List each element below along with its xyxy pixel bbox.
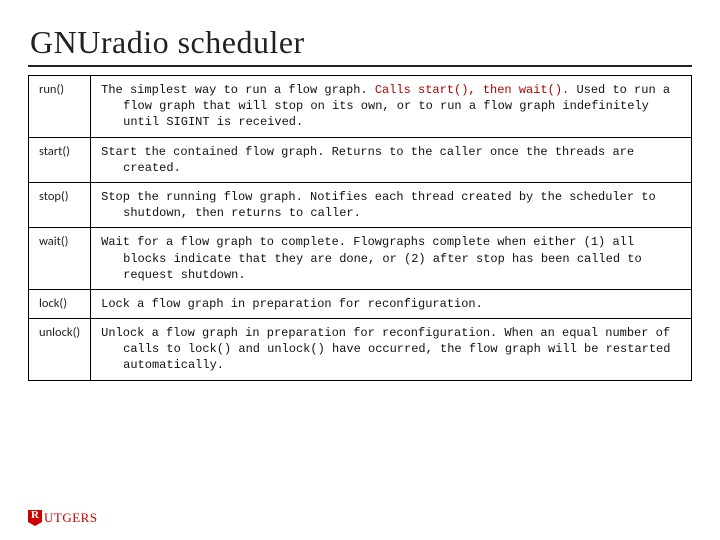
- method-description: Unlock a flow graph in preparation for r…: [91, 319, 692, 381]
- method-name: lock(): [29, 289, 91, 318]
- logo-text: UTGERS: [44, 510, 98, 526]
- table-row: unlock() Unlock a flow graph in preparat…: [29, 319, 692, 381]
- table-row: run() The simplest way to run a flow gra…: [29, 76, 692, 138]
- slide-title: GNUradio scheduler: [0, 0, 720, 65]
- rutgers-logo: UTGERS: [28, 510, 98, 526]
- table-row: stop() Stop the running flow graph. Noti…: [29, 182, 692, 227]
- title-underline: [28, 65, 692, 67]
- shield-icon: [28, 510, 42, 526]
- desc-text: The simplest way to run a flow graph.: [101, 83, 375, 97]
- method-name: stop(): [29, 182, 91, 227]
- desc-text: Unlock a flow graph in preparation for r…: [101, 326, 670, 372]
- method-name: unlock(): [29, 319, 91, 381]
- methods-table: run() The simplest way to run a flow gra…: [28, 75, 692, 381]
- method-description: The simplest way to run a flow graph. Ca…: [91, 76, 692, 138]
- method-description: Wait for a flow graph to complete. Flowg…: [91, 228, 692, 290]
- methods-table-container: run() The simplest way to run a flow gra…: [0, 75, 720, 381]
- method-description: Stop the running flow graph. Notifies ea…: [91, 182, 692, 227]
- method-name: run(): [29, 76, 91, 138]
- method-description: Lock a flow graph in preparation for rec…: [91, 289, 692, 318]
- desc-text: Stop the running flow graph. Notifies ea…: [101, 190, 656, 220]
- table-row: wait() Wait for a flow graph to complete…: [29, 228, 692, 290]
- method-name: start(): [29, 137, 91, 182]
- method-name: wait(): [29, 228, 91, 290]
- table-row: start() Start the contained flow graph. …: [29, 137, 692, 182]
- table-row: lock() Lock a flow graph in preparation …: [29, 289, 692, 318]
- desc-text: Start the contained flow graph. Returns …: [101, 145, 634, 175]
- desc-text: Wait for a flow graph to complete. Flowg…: [101, 235, 641, 281]
- desc-text: Lock a flow graph in preparation for rec…: [101, 297, 483, 311]
- desc-highlight: Calls start(), then wait().: [375, 83, 569, 97]
- method-description: Start the contained flow graph. Returns …: [91, 137, 692, 182]
